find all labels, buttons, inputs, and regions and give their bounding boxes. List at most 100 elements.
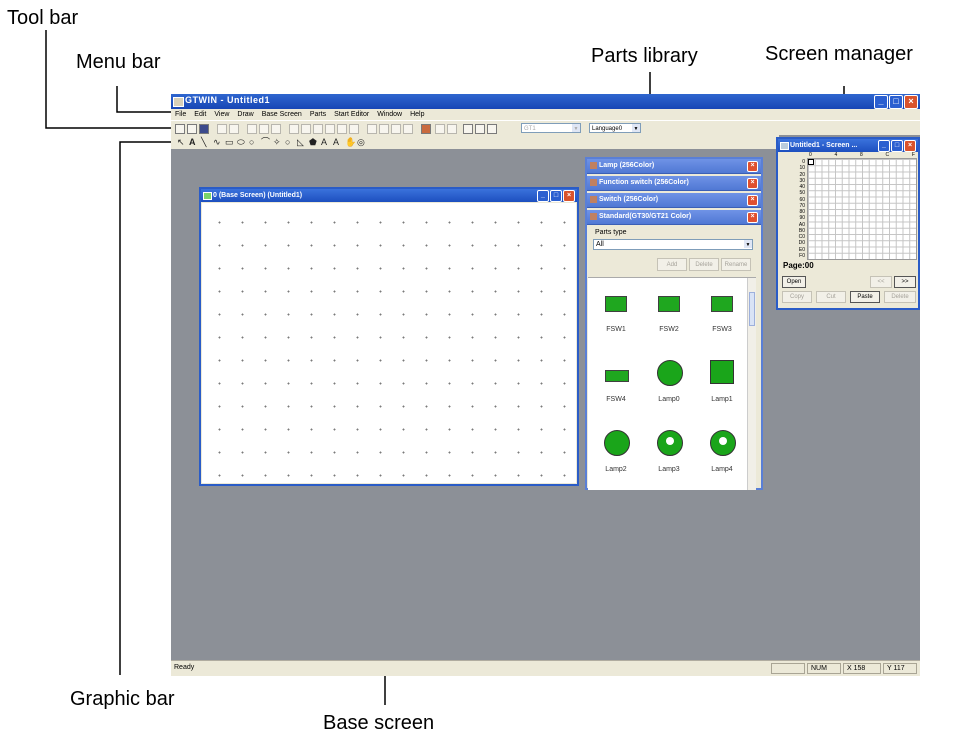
close-icon[interactable]: ×: [747, 178, 758, 189]
menu-base-screen[interactable]: Base Screen: [262, 109, 302, 120]
delete-button[interactable]: Delete: [689, 258, 719, 271]
chevron-down-icon: ▼: [572, 124, 580, 132]
hand-tool-icon[interactable]: ✋: [345, 137, 356, 147]
ungroup-icon[interactable]: [379, 124, 389, 134]
menu-draw[interactable]: Draw: [237, 109, 253, 120]
part-item-fsw1[interactable]: FSW1: [588, 278, 644, 344]
maximize-button[interactable]: □: [891, 140, 903, 152]
zoom-icon[interactable]: [487, 124, 497, 134]
parts-type-select[interactable]: All ▼: [593, 239, 753, 250]
open-folder-icon[interactable]: [187, 124, 197, 134]
cut-icon[interactable]: [247, 124, 257, 134]
part-item-lamp0[interactable]: Lamp0: [641, 348, 697, 414]
maximize-button[interactable]: □: [550, 190, 562, 202]
send-back-icon[interactable]: [403, 124, 413, 134]
part-item-lamp3[interactable]: Lamp3: [641, 418, 697, 484]
language-combo[interactable]: Language0 ▼: [589, 123, 641, 133]
menu-view[interactable]: View: [214, 109, 229, 120]
align-right-icon[interactable]: [313, 124, 323, 134]
rectangle-tool-icon[interactable]: ▭: [225, 137, 234, 147]
part-item-lamp1[interactable]: Lamp1: [694, 348, 750, 414]
paint-tool-icon[interactable]: ⬟: [309, 137, 317, 147]
screen-grid[interactable]: [807, 158, 917, 260]
base-screen-title-bar[interactable]: 0 (Base Screen) (Untitled1): [201, 189, 577, 202]
undo-icon[interactable]: [217, 124, 227, 134]
align-left-icon[interactable]: [289, 124, 299, 134]
parts-panel-function-switch[interactable]: Function switch (256Color) ×: [587, 176, 761, 191]
line-tool-icon[interactable]: ╲: [201, 137, 206, 147]
close-button[interactable]: ×: [904, 140, 916, 152]
cut-button[interactable]: Cut: [816, 291, 846, 303]
close-button[interactable]: ×: [563, 190, 575, 202]
pie-tool-icon[interactable]: ✧: [273, 137, 281, 147]
text-color-icon[interactable]: A: [333, 137, 339, 147]
print-icon[interactable]: [463, 124, 473, 134]
align-center-icon[interactable]: [301, 124, 311, 134]
menu-file[interactable]: File: [175, 109, 186, 120]
menu-start-editor[interactable]: Start Editor: [334, 109, 369, 120]
minimize-button[interactable]: _: [874, 95, 888, 109]
parts-icon: [590, 213, 597, 220]
minimize-button[interactable]: _: [878, 140, 890, 152]
status-pane-blank: [771, 663, 805, 674]
add-button[interactable]: Add: [657, 258, 687, 271]
part-item-fsw2[interactable]: FSW2: [641, 278, 697, 344]
arc-tool-icon[interactable]: ⌒: [261, 137, 270, 147]
base-screen-canvas[interactable]: [202, 203, 576, 483]
scrollbar-thumb[interactable]: [749, 292, 755, 326]
close-button[interactable]: ×: [904, 95, 918, 109]
previous-page-button[interactable]: <<: [870, 276, 892, 288]
ellipse-tool-icon[interactable]: ○: [285, 137, 290, 147]
parts-panel-lamp[interactable]: Lamp (256Color) ×: [587, 159, 761, 174]
align-bottom-icon[interactable]: [349, 124, 359, 134]
menu-parts[interactable]: Parts: [310, 109, 326, 120]
menu-edit[interactable]: Edit: [194, 109, 206, 120]
redo-icon[interactable]: [229, 124, 239, 134]
rotate-right-icon[interactable]: [447, 124, 457, 134]
select-tool-icon[interactable]: ↖: [177, 137, 185, 147]
paste-icon[interactable]: [271, 124, 281, 134]
parts-register-icon[interactable]: [421, 124, 431, 134]
menu-help[interactable]: Help: [410, 109, 424, 120]
callout-menu-bar: Menu bar: [76, 51, 161, 73]
copy-icon[interactable]: [259, 124, 269, 134]
parts-list-scrollbar[interactable]: [747, 278, 756, 490]
touch-area-icon[interactable]: ◎: [357, 137, 365, 147]
close-icon[interactable]: ×: [747, 161, 758, 172]
parts-panel-standard[interactable]: Standard(GT30/GT21 Color) ×: [587, 210, 761, 225]
copy-button[interactable]: Copy: [782, 291, 812, 303]
parts-panel-switch[interactable]: Switch (256Color) ×: [587, 193, 761, 208]
menu-window[interactable]: Window: [377, 109, 402, 120]
new-file-icon[interactable]: [175, 124, 185, 134]
minimize-button[interactable]: _: [537, 190, 549, 202]
model-combo[interactable]: GT1 ▼: [521, 123, 581, 133]
align-top-icon[interactable]: [325, 124, 335, 134]
app-title-bar[interactable]: GTWIN - Untitled1 _ □ ×: [171, 94, 920, 109]
polyline-tool-icon[interactable]: ∿: [213, 137, 221, 147]
close-icon[interactable]: ×: [747, 212, 758, 223]
text-tool-icon[interactable]: A: [189, 137, 196, 147]
grid-icon[interactable]: [475, 124, 485, 134]
part-item-fsw4[interactable]: FSW4: [588, 348, 644, 414]
part-item-fsw3[interactable]: FSW3: [694, 278, 750, 344]
save-icon[interactable]: [199, 124, 209, 134]
align-middle-icon[interactable]: [337, 124, 347, 134]
bring-front-icon[interactable]: [391, 124, 401, 134]
polygon-tool-icon[interactable]: ◺: [297, 137, 304, 147]
rounded-rect-tool-icon[interactable]: ⬭: [237, 137, 245, 147]
close-icon[interactable]: ×: [747, 195, 758, 206]
paste-button[interactable]: Paste: [850, 291, 880, 303]
parts-list: FSW1 FSW2 FSW3 FSW4 Lamp0 Lamp1 Lamp2 La…: [588, 277, 756, 490]
rotate-left-icon[interactable]: [435, 124, 445, 134]
group-icon[interactable]: [367, 124, 377, 134]
screen-cell-selected[interactable]: [808, 159, 814, 165]
part-item-lamp2[interactable]: Lamp2: [588, 418, 644, 484]
delete-button[interactable]: Delete: [884, 291, 916, 303]
maximize-button[interactable]: □: [889, 95, 903, 109]
rename-button[interactable]: Rename: [721, 258, 751, 271]
next-page-button[interactable]: >>: [894, 276, 916, 288]
open-button[interactable]: Open: [782, 276, 806, 288]
circle-tool-icon[interactable]: ○: [249, 137, 254, 147]
text-style-icon[interactable]: A: [321, 137, 327, 147]
part-item-lamp4[interactable]: Lamp4: [694, 418, 750, 484]
